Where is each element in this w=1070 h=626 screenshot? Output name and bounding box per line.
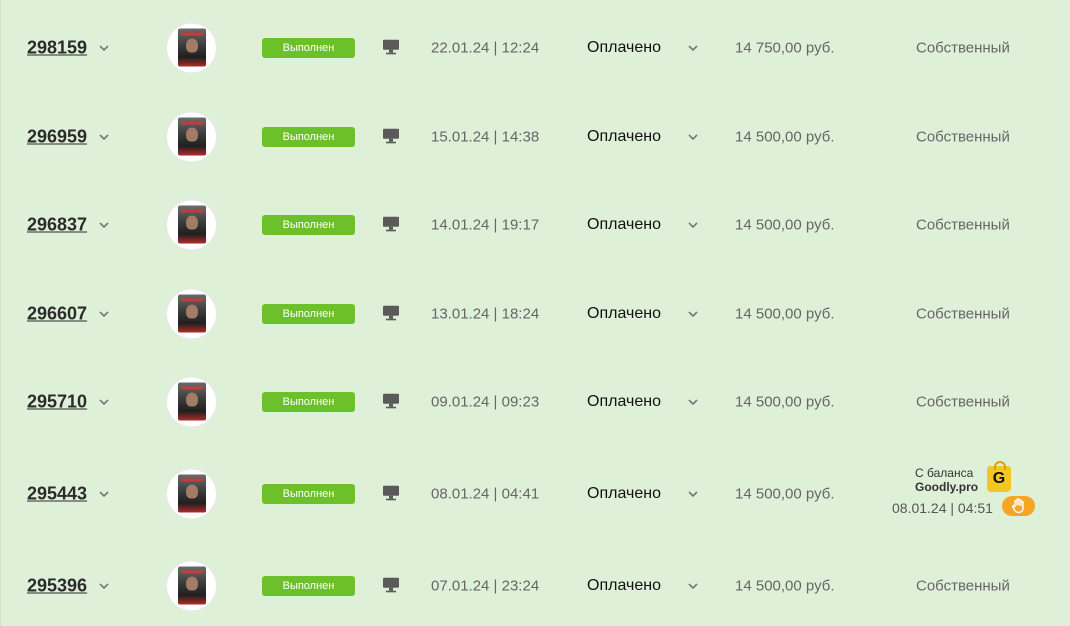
chevron-down-icon[interactable] xyxy=(687,580,699,592)
order-row: 295396 Выполнен 07.01.24 | 23:24 Оплачен… xyxy=(1,556,1070,616)
product-cover-image xyxy=(178,117,206,156)
product-thumbnail[interactable] xyxy=(167,200,216,250)
monitor-icon xyxy=(382,393,400,409)
chevron-down-icon[interactable] xyxy=(98,488,110,500)
chevron-down-icon[interactable] xyxy=(98,131,110,143)
chevron-down-icon[interactable] xyxy=(98,42,110,54)
product-thumbnail[interactable] xyxy=(167,469,216,519)
monitor-icon xyxy=(382,305,400,321)
payment-status: Оплачено xyxy=(587,305,661,322)
status-badge: Выполнен xyxy=(262,38,355,58)
order-amount: 14 500,00 руб. xyxy=(735,216,835,234)
product-cover-image xyxy=(178,382,206,421)
monitor-icon xyxy=(382,216,400,232)
goodly-line2: Goodly.pro xyxy=(915,480,979,494)
payment-status: Оплачено xyxy=(587,216,661,233)
order-source: Собственный xyxy=(916,393,1010,411)
goodly-date: 08.01.24 | 04:51 xyxy=(892,500,993,516)
status-badge: Выполнен xyxy=(262,215,355,235)
order-date: 09.01.24 | 09:23 xyxy=(431,393,540,411)
product-cover-image xyxy=(178,205,206,244)
orders-list: 298159 Выполнен 22.01.24 | 12:24 Оплачен… xyxy=(0,0,1070,626)
order-date: 22.01.24 | 12:24 xyxy=(431,39,540,57)
order-date: 08.01.24 | 04:41 xyxy=(431,485,540,503)
payment-status: Оплачено xyxy=(587,485,661,502)
status-badge: Выполнен xyxy=(262,127,355,147)
order-id-link[interactable]: 295710 xyxy=(27,392,87,413)
order-id-link[interactable]: 295396 xyxy=(27,576,87,597)
order-source: Собственный xyxy=(916,305,1010,323)
goodly-label: С баланса Goodly.pro xyxy=(915,466,978,494)
chevron-down-icon[interactable] xyxy=(98,219,110,231)
chevron-down-icon[interactable] xyxy=(98,580,110,592)
order-amount: 14 500,00 руб. xyxy=(735,577,835,595)
order-id-link[interactable]: 295443 xyxy=(27,484,87,505)
product-thumbnail[interactable] xyxy=(167,377,216,427)
goodly-line1: С баланса xyxy=(915,466,974,480)
order-id-link[interactable]: 296959 xyxy=(27,127,87,148)
status-badge: Выполнен xyxy=(262,576,355,596)
order-row: 296607 Выполнен 13.01.24 | 18:24 Оплачен… xyxy=(1,284,1070,344)
order-amount: 14 500,00 руб. xyxy=(735,485,835,503)
product-cover-image xyxy=(178,28,206,67)
order-row: 296837 Выполнен 14.01.24 | 19:17 Оплачен… xyxy=(1,195,1070,255)
chevron-down-icon[interactable] xyxy=(98,308,110,320)
hand-icon[interactable] xyxy=(1002,496,1035,516)
status-badge: Выполнен xyxy=(262,304,355,324)
payment-status: Оплачено xyxy=(587,39,661,56)
chevron-down-icon[interactable] xyxy=(687,131,699,143)
product-cover-image xyxy=(178,474,206,513)
order-date: 13.01.24 | 18:24 xyxy=(431,305,540,323)
order-source: Собственный xyxy=(916,577,1010,595)
order-amount: 14 500,00 руб. xyxy=(735,128,835,146)
chevron-down-icon[interactable] xyxy=(687,396,699,408)
product-thumbnail[interactable] xyxy=(167,112,216,162)
order-row: 298159 Выполнен 22.01.24 | 12:24 Оплачен… xyxy=(1,18,1070,78)
payment-status: Оплачено xyxy=(587,577,661,594)
goodly-balance-source: С баланса Goodly.pro G 08.01.24 | 04:51 xyxy=(881,461,1041,524)
order-id-link[interactable]: 298159 xyxy=(27,38,87,59)
payment-status: Оплачено xyxy=(587,393,661,410)
order-row: 295443 Выполнен 08.01.24 | 04:41 Оплачен… xyxy=(1,461,1070,524)
chevron-down-icon[interactable] xyxy=(687,219,699,231)
order-id-link[interactable]: 296607 xyxy=(27,304,87,325)
order-row: 295710 Выполнен 09.01.24 | 09:23 Оплачен… xyxy=(1,372,1070,432)
order-date: 15.01.24 | 14:38 xyxy=(431,128,540,146)
monitor-icon xyxy=(382,485,400,501)
status-badge: Выполнен xyxy=(262,484,355,504)
order-amount: 14 750,00 руб. xyxy=(735,39,835,57)
order-row: 296959 Выполнен 15.01.24 | 14:38 Оплачен… xyxy=(1,107,1070,167)
chevron-down-icon[interactable] xyxy=(687,488,699,500)
order-source: Собственный xyxy=(916,128,1010,146)
chevron-down-icon[interactable] xyxy=(687,42,699,54)
product-thumbnail[interactable] xyxy=(167,561,216,611)
monitor-icon xyxy=(382,128,400,144)
monitor-icon xyxy=(382,39,400,55)
goodly-logo-letter: G xyxy=(992,470,1006,487)
order-source: Собственный xyxy=(916,216,1010,234)
order-amount: 14 500,00 руб. xyxy=(735,305,835,323)
order-date: 14.01.24 | 19:17 xyxy=(431,216,540,234)
shopping-bag-icon: G xyxy=(987,461,1011,492)
product-cover-image xyxy=(178,566,206,605)
status-badge: Выполнен xyxy=(262,392,355,412)
monitor-icon xyxy=(382,577,400,593)
product-cover-image xyxy=(178,294,206,333)
order-id-link[interactable]: 296837 xyxy=(27,215,87,236)
chevron-down-icon[interactable] xyxy=(98,396,110,408)
order-date: 07.01.24 | 23:24 xyxy=(431,577,540,595)
order-source: Собственный xyxy=(916,39,1010,57)
order-amount: 14 500,00 руб. xyxy=(735,393,835,411)
product-thumbnail[interactable] xyxy=(167,23,216,73)
product-thumbnail[interactable] xyxy=(167,289,216,339)
chevron-down-icon[interactable] xyxy=(687,308,699,320)
payment-status: Оплачено xyxy=(587,128,661,145)
